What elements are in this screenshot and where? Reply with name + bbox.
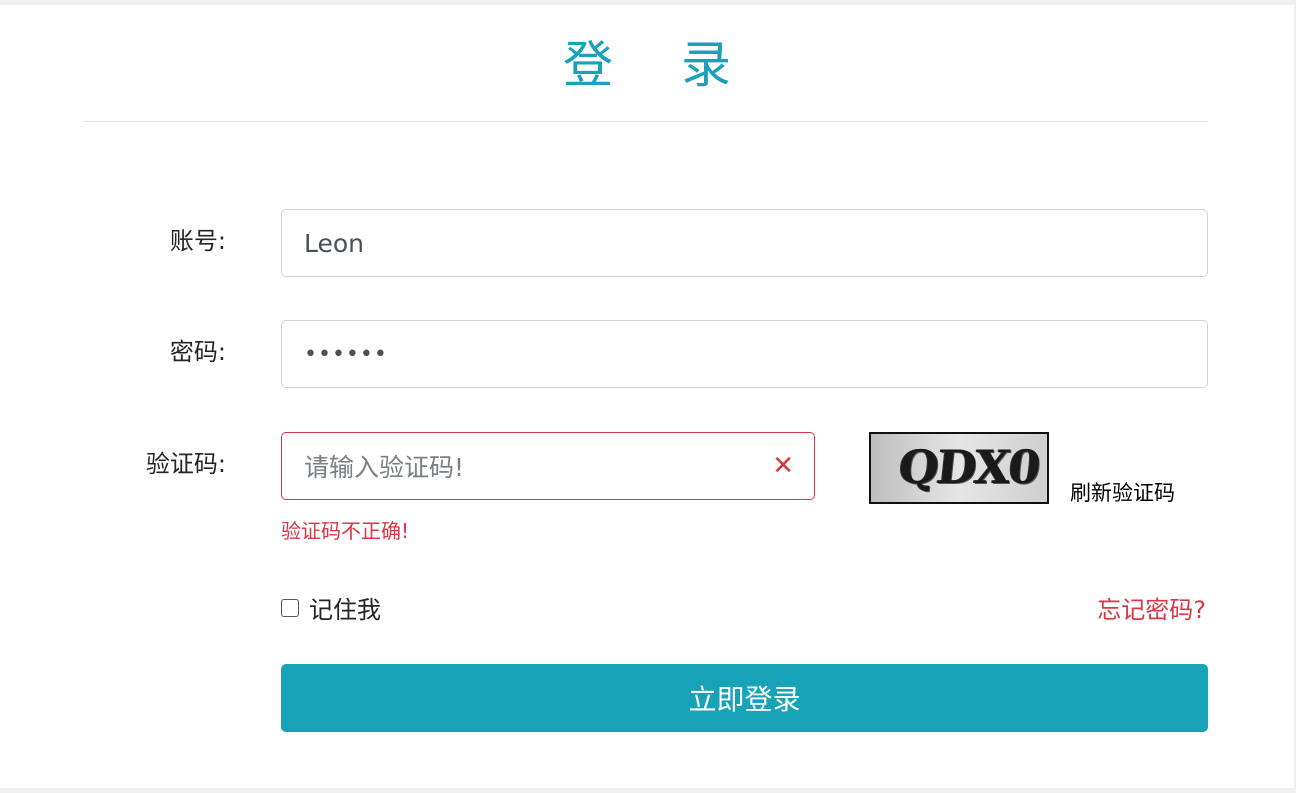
login-button[interactable]: 立即登录 [281,664,1208,732]
captcha-input-placeholder: 请输入验证码! [304,453,465,482]
captcha-label: 验证码: [145,450,226,478]
captcha-input[interactable]: 请输入验证码! ✕ [281,432,815,500]
account-input-value: Leon [304,228,365,258]
remember-me-checkbox[interactable] [281,598,299,617]
page-title: 登 录 [563,36,757,94]
remember-me[interactable]: 记住我 [281,590,381,625]
forgot-password-link[interactable]: 忘记密码? [1097,590,1206,625]
login-card: 登 录 账号: Leon 密码: •••••• 验证码: 请输入验证码! ✕ 验… [0,5,1294,788]
password-input[interactable]: •••••• [281,320,1208,388]
refresh-captcha-link[interactable]: 刷新验证码 [1070,477,1175,507]
account-input[interactable]: Leon [281,209,1208,277]
remember-me-label: 记住我 [309,596,381,624]
login-button-label: 立即登录 [688,683,801,716]
account-label: 账号: [169,227,226,255]
captcha-error-message: 验证码不正确! [281,519,410,543]
divider [84,121,1208,122]
captcha-image-text: QDX0 [896,440,1042,494]
password-input-value: •••••• [304,341,388,367]
captcha-image[interactable]: QDX0 [869,432,1049,504]
password-label: 密码: [169,338,226,366]
close-icon: ✕ [772,451,794,481]
